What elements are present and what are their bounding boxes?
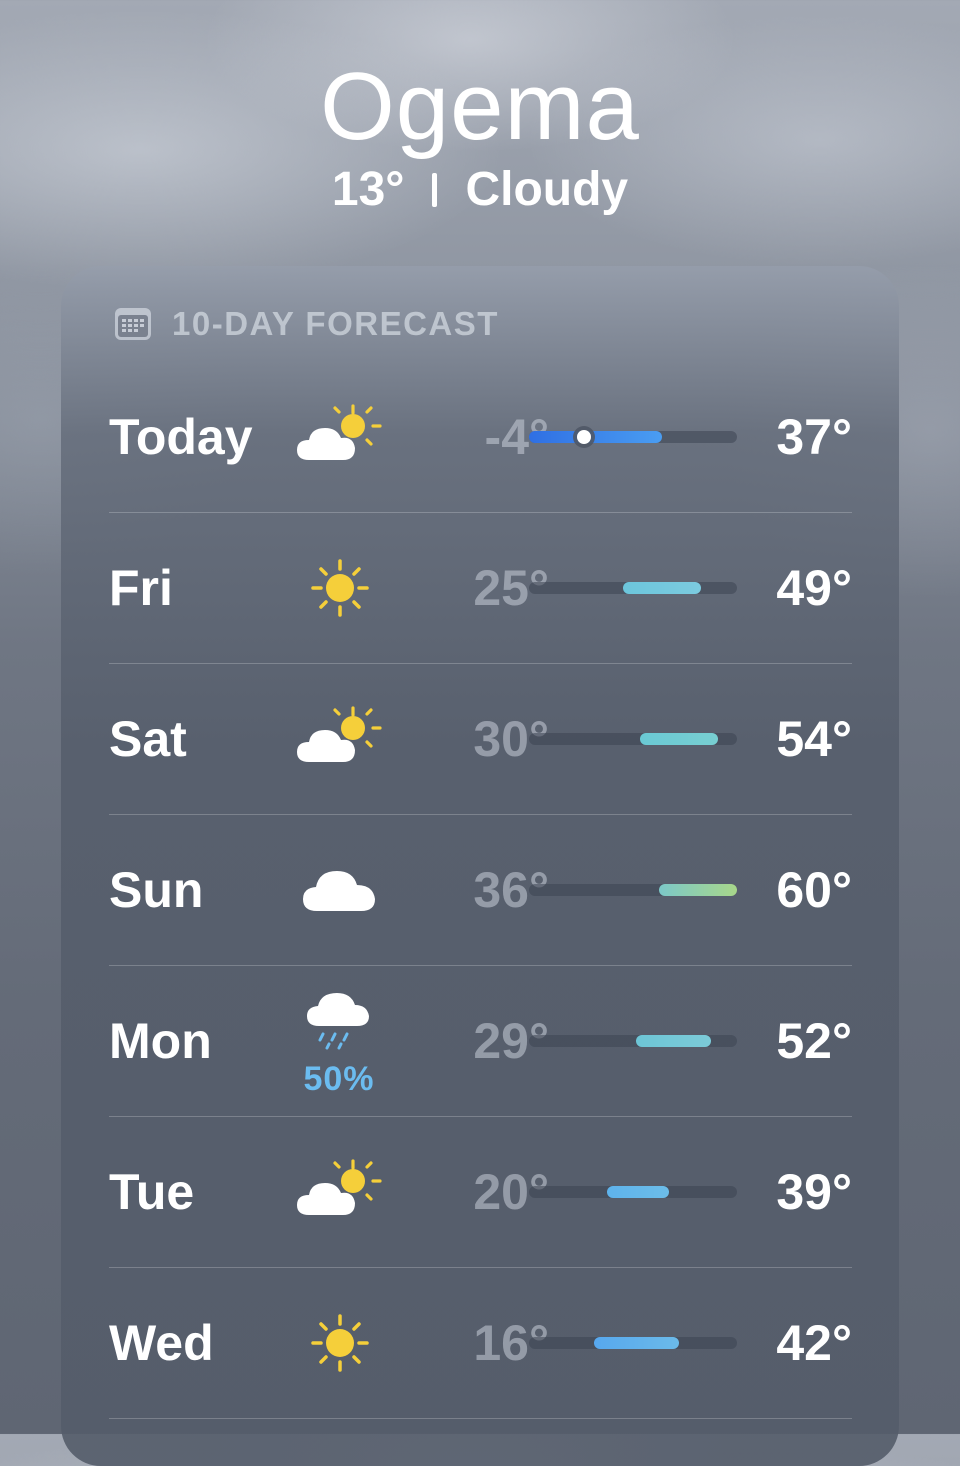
forecast-row-tue[interactable]: Tue 20° 39°	[109, 1117, 852, 1268]
partly-sunny-icon	[295, 402, 385, 472]
current-condition: Cloudy	[465, 163, 629, 216]
temperature-range-fill	[623, 582, 702, 594]
partly-sunny-icon	[295, 1157, 385, 1227]
high-temperature: 60°	[776, 862, 852, 918]
forecast-row-today[interactable]: Today -4° 37°	[109, 362, 852, 513]
current-conditions: 13° Cloudy	[0, 162, 960, 218]
panel-header: 10-DAY FORECAST	[114, 304, 499, 344]
temperature-range-fill	[529, 431, 663, 443]
temperature-range-bar	[529, 884, 737, 896]
high-temperature: 54°	[776, 711, 852, 767]
low-temperature: 16°	[473, 1315, 549, 1371]
sun-icon	[295, 1308, 385, 1378]
location-header: Ogema 13° Cloudy	[0, 52, 960, 218]
forecast-list: Today -4° 37° Fri 25° 49° Sat 30° 54° Sun	[109, 362, 852, 1419]
day-label: Wed	[109, 1315, 214, 1371]
temperature-range-bar	[529, 733, 737, 745]
low-temperature: 29°	[473, 1013, 549, 1069]
temperature-range-bar	[529, 1186, 737, 1198]
city-name: Ogema	[320, 53, 640, 160]
low-temperature: 30°	[473, 711, 549, 767]
calendar-icon	[114, 307, 152, 341]
day-label: Mon	[109, 1013, 212, 1069]
forecast-row-sat[interactable]: Sat 30° 54°	[109, 664, 852, 815]
cloud-icon	[295, 855, 385, 925]
precipitation-chance: 50%	[303, 1060, 375, 1098]
temperature-range-fill	[659, 884, 737, 896]
day-label: Sat	[109, 711, 187, 767]
temperature-range-bar	[529, 430, 737, 444]
sun-icon	[295, 553, 385, 623]
temperature-range-fill	[639, 733, 718, 745]
high-temperature: 39°	[776, 1164, 852, 1220]
forecast-row-fri[interactable]: Fri 25° 49°	[109, 513, 852, 664]
ten-day-forecast-panel[interactable]: 10-DAY FORECAST Today -4° 37° Fri 25° 49° Sa…	[61, 266, 899, 1466]
rain-cloud-icon	[295, 988, 385, 1058]
low-temperature: 20°	[473, 1164, 549, 1220]
separator	[432, 173, 438, 207]
current-temperature: 13°	[331, 163, 405, 216]
high-temperature: 49°	[776, 560, 852, 616]
low-temperature: 36°	[473, 862, 549, 918]
temperature-range-fill	[636, 1035, 711, 1047]
day-label: Tue	[109, 1164, 195, 1220]
day-label: Sun	[109, 862, 204, 918]
day-label: Today	[109, 409, 253, 465]
temperature-range-fill	[607, 1186, 669, 1198]
temperature-range-bar	[529, 1337, 737, 1349]
forecast-row-wed[interactable]: Wed 16° 42°	[109, 1268, 852, 1419]
panel-title: 10-DAY FORECAST	[172, 305, 499, 342]
low-temperature: 25°	[473, 560, 549, 616]
forecast-row-mon[interactable]: Mon 50% 29° 52°	[109, 966, 852, 1117]
temperature-range-bar	[529, 1035, 737, 1047]
high-temperature: 42°	[776, 1315, 852, 1371]
partly-sunny-icon	[295, 704, 385, 774]
high-temperature: 52°	[776, 1013, 852, 1069]
temperature-range-bar	[529, 582, 737, 594]
temperature-range-fill	[594, 1337, 679, 1349]
high-temperature: 37°	[776, 409, 852, 465]
day-label: Fri	[109, 560, 173, 616]
forecast-row-sun[interactable]: Sun 36° 60°	[109, 815, 852, 966]
low-temperature: -4°	[484, 409, 549, 465]
